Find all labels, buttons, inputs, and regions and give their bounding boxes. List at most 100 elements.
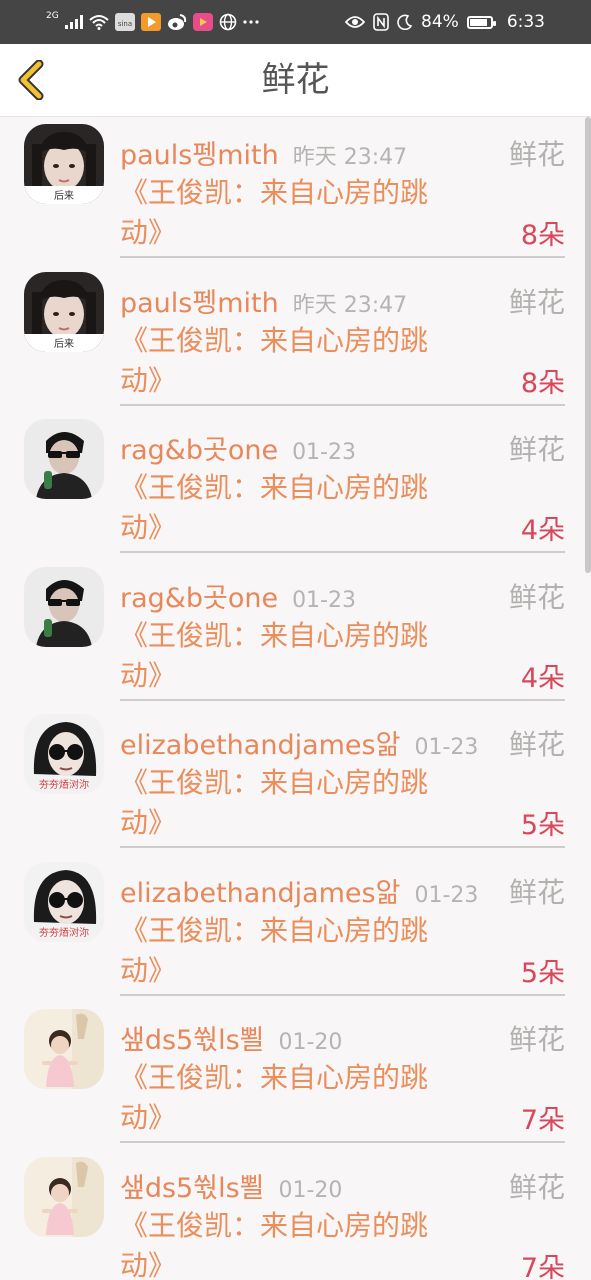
- list-item[interactable]: 夯夯㶺㳔沵 elizabethandjames앎 01-23 鲜花 《王俊凯：来自…: [0, 855, 591, 1003]
- scrollbar[interactable]: [585, 117, 591, 573]
- user-name[interactable]: rag&b곳one: [120, 435, 278, 466]
- eye-icon: [345, 15, 366, 29]
- item-header: elizabethandjames앎 01-23 鲜花: [120, 723, 565, 761]
- item-header: pauls펭mith 昨天 23:47 鲜花: [120, 133, 565, 171]
- avatar[interactable]: 夯夯㶺㳔沵: [24, 861, 104, 942]
- flower-count: 8朵: [520, 220, 565, 251]
- book-title[interactable]: 《王俊凯：来自心房的跳动》: [120, 173, 460, 253]
- video-app-icon: [140, 13, 161, 31]
- signal-icon: [64, 15, 83, 29]
- item-content: 샢ds5쒃ls뾜 01-20 鲜花 《王俊凯：来自心房的跳动》 7朵: [120, 1150, 565, 1280]
- item-content: pauls펭mith 昨天 23:47 鲜花 《王俊凯：来自心房的跳动》 8朵: [120, 117, 565, 258]
- battery-icon: [466, 15, 496, 29]
- clock: 6:33: [506, 12, 545, 32]
- gift-type: 鲜花: [508, 1023, 565, 1056]
- globe-icon: [219, 13, 237, 31]
- weibo-icon: [167, 13, 187, 31]
- item-header: 샢ds5쒃ls뾜 01-20 鲜花: [120, 1166, 565, 1204]
- flower-count: 5朵: [520, 957, 565, 989]
- timestamp: 01-20: [278, 1030, 343, 1055]
- avatar[interactable]: 后来: [24, 124, 104, 204]
- item-header: rag&b곳one 01-23 鲜花: [120, 576, 565, 614]
- timestamp: 昨天 23:47: [292, 292, 408, 318]
- svg-text:夯夯㶺㳔沵: 夯夯㶺㳔沵: [39, 926, 89, 939]
- nfc-icon: [373, 13, 389, 31]
- flower-count: 7朵: [520, 1105, 565, 1136]
- book-title[interactable]: 《王俊凯：来自心房的跳动》: [120, 468, 460, 548]
- svg-text:夯夯㶺㳔沵: 夯夯㶺㳔沵: [39, 778, 89, 791]
- avatar[interactable]: 夯夯㶺㳔沵: [24, 714, 104, 794]
- list-item[interactable]: 夯夯㶺㳔沵 elizabethandjames앎 01-23 鲜花 《王俊凯：来自…: [0, 707, 591, 855]
- timestamp: 01-23: [292, 440, 356, 465]
- gift-type: 鲜花: [508, 728, 565, 761]
- svg-text:sina: sina: [118, 20, 132, 28]
- book-title[interactable]: 《王俊凯：来自心房的跳动》: [120, 616, 460, 696]
- list-item[interactable]: rag&b곳one 01-23 鲜花 《王俊凯：来自心房的跳动》 4朵: [0, 560, 591, 708]
- book-title[interactable]: 《王俊凯：来自心房的跳动》: [120, 1058, 460, 1138]
- user-name[interactable]: pauls펭mith: [120, 140, 279, 171]
- gift-type: 鲜花: [508, 285, 565, 319]
- item-header: pauls펭mith 昨天 23:47 鲜花: [120, 281, 565, 319]
- status-right: 84% 6:33: [345, 10, 545, 34]
- timestamp: 01-23: [414, 882, 479, 908]
- gift-type: 鲜花: [508, 875, 565, 909]
- user-name[interactable]: 샢ds5쒃ls뾜: [120, 1173, 264, 1204]
- list-item[interactable]: 샢ds5쒃ls뾜 01-20 鲜花 《王俊凯：来自心房的跳动》 7朵: [0, 1150, 591, 1280]
- list-item[interactable]: 后来 pauls펭mith 昨天 23:47 鲜花 《王俊凯：来自心房的跳动》 8…: [0, 117, 591, 265]
- item-content: 샢ds5쒃ls뾜 01-20 鲜花 《王俊凯：来自心房的跳动》 7朵: [120, 1002, 565, 1143]
- flower-count: 4朵: [520, 515, 565, 546]
- item-header: 샢ds5쒃ls뾜 01-20 鲜花: [120, 1018, 565, 1056]
- flower-count: 5朵: [520, 810, 565, 841]
- timestamp: 昨天 23:47: [292, 145, 408, 170]
- item-header: rag&b곳one 01-23 鲜花: [120, 428, 565, 466]
- item-header: elizabethandjames앎 01-23 鲜花: [120, 871, 565, 909]
- status-bar: 2G sina 84% 6:33: [0, 0, 591, 44]
- flower-count: 8朵: [520, 367, 565, 399]
- more-icon: [243, 19, 259, 25]
- svg-text:后来: 后来: [54, 338, 74, 350]
- status-left: 2G sina: [46, 10, 259, 34]
- user-name[interactable]: elizabethandjames앎: [120, 878, 400, 909]
- book-title[interactable]: 《王俊凯：来自心房的跳动》: [120, 321, 460, 401]
- item-content: elizabethandjames앎 01-23 鲜花 《王俊凯：来自心房的跳动》…: [120, 855, 565, 996]
- moon-icon: [397, 14, 413, 30]
- avatar[interactable]: [24, 1009, 104, 1089]
- network-type: 2G: [46, 11, 59, 21]
- battery-level: [469, 18, 487, 26]
- flower-count: 4朵: [520, 662, 565, 694]
- list-item[interactable]: 샢ds5쒃ls뾜 01-20 鲜花 《王俊凯：来自心房的跳动》 7朵: [0, 1002, 591, 1150]
- user-name[interactable]: pauls펭mith: [120, 288, 279, 319]
- sina-icon: sina: [114, 13, 135, 31]
- avatar[interactable]: [24, 419, 104, 499]
- avatar[interactable]: [24, 566, 104, 647]
- flower-list[interactable]: 后来 pauls펭mith 昨天 23:47 鲜花 《王俊凯：来自心房的跳动》 8…: [0, 117, 591, 1280]
- title-bar: 鲜花: [0, 44, 591, 117]
- book-title[interactable]: 《王俊凯：来自心房的跳动》: [120, 1206, 460, 1280]
- user-name[interactable]: elizabethandjames앎: [120, 730, 400, 761]
- gift-type: 鲜花: [508, 580, 565, 614]
- book-title[interactable]: 《王俊凯：来自心房的跳动》: [120, 763, 460, 843]
- item-content: rag&b곳one 01-23 鲜花 《王俊凯：来自心房的跳动》 4朵: [120, 560, 565, 701]
- gift-type: 鲜花: [508, 138, 565, 171]
- user-name[interactable]: 샢ds5쒃ls뾜: [120, 1025, 264, 1056]
- gift-type: 鲜花: [508, 433, 565, 466]
- timestamp: 01-23: [414, 735, 479, 760]
- battery-percent: 84%: [421, 12, 459, 32]
- item-content: rag&b곳one 01-23 鲜花 《王俊凯：来自心房的跳动》 4朵: [120, 412, 565, 553]
- book-title[interactable]: 《王俊凯：来自心房的跳动》: [120, 911, 460, 991]
- flower-count: 7朵: [520, 1252, 565, 1280]
- item-content: elizabethandjames앎 01-23 鲜花 《王俊凯：来自心房的跳动》…: [120, 707, 565, 848]
- wifi-icon: [89, 14, 109, 30]
- timestamp: 01-20: [278, 1177, 343, 1203]
- gift-type: 鲜花: [508, 1170, 565, 1204]
- page-title: 鲜花: [261, 60, 330, 100]
- user-name[interactable]: rag&b곳one: [120, 583, 278, 614]
- item-content: pauls펭mith 昨天 23:47 鲜花 《王俊凯：来自心房的跳动》 8朵: [120, 265, 565, 406]
- timestamp: 01-23: [292, 587, 356, 613]
- svg-text:后来: 后来: [54, 190, 74, 202]
- list-item[interactable]: 后来 pauls펭mith 昨天 23:47 鲜花 《王俊凯：来自心房的跳动》 8…: [0, 265, 591, 413]
- avatar[interactable]: [24, 1156, 104, 1237]
- bilibili-icon: [192, 13, 213, 31]
- list-item[interactable]: rag&b곳one 01-23 鲜花 《王俊凯：来自心房的跳动》 4朵: [0, 412, 591, 560]
- avatar[interactable]: 后来: [24, 271, 104, 352]
